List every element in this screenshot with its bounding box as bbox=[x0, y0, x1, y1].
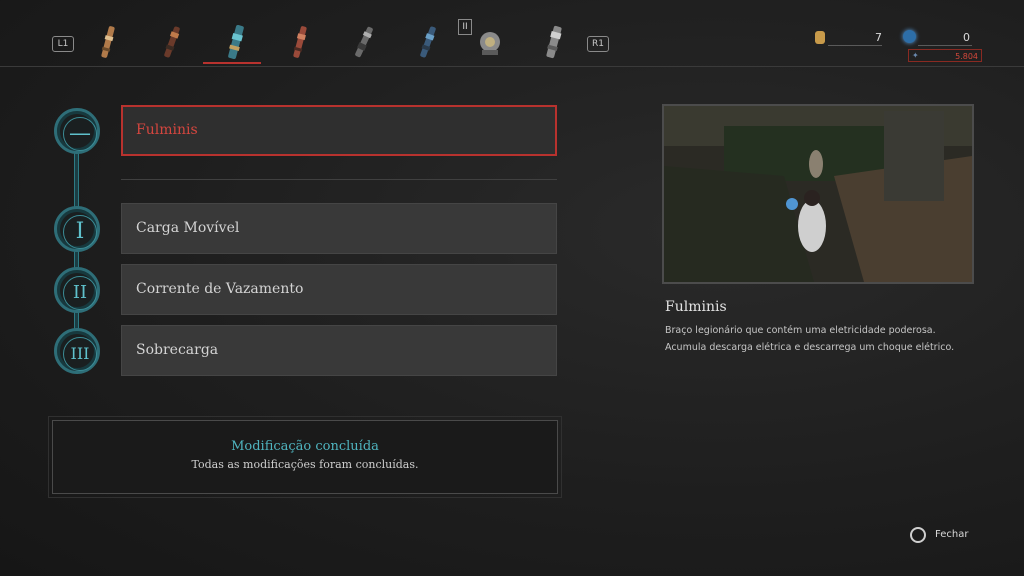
arm-4-icon[interactable] bbox=[286, 22, 314, 62]
top-divider bbox=[0, 66, 1024, 67]
info-description: Braço legionário que contém uma eletrici… bbox=[665, 322, 1005, 356]
arm-6-icon[interactable] bbox=[414, 22, 442, 62]
mod-item-sobrecarga[interactable]: Sobrecarga bbox=[121, 325, 557, 376]
status-panel: Modificação concluída Todas as modificaç… bbox=[48, 416, 562, 498]
arm-1-icon[interactable] bbox=[94, 22, 122, 62]
arm-8-icon[interactable] bbox=[540, 22, 568, 62]
currency-underline bbox=[828, 45, 882, 46]
ladder-connector bbox=[74, 152, 79, 214]
gold-icon bbox=[815, 31, 825, 44]
tier-1-ring: I bbox=[54, 206, 100, 252]
currency-underline bbox=[918, 45, 972, 46]
circle-button-icon bbox=[910, 527, 926, 543]
tier-2-numeral: II bbox=[63, 276, 97, 310]
arm-3-icon[interactable] bbox=[222, 22, 250, 62]
close-label: Fechar bbox=[935, 529, 969, 540]
ergo-icon bbox=[903, 30, 916, 43]
l1-button[interactable]: L1 bbox=[52, 36, 74, 52]
status-title: Modificação concluída bbox=[231, 439, 379, 454]
tier-3-numeral: III bbox=[63, 337, 97, 371]
rune-icon: ✦ bbox=[912, 51, 919, 60]
active-weapon-indicator bbox=[203, 62, 261, 64]
weapon-bar: L1 II R1 7 0 5.804 ✦ bbox=[0, 0, 1024, 66]
arm-5-icon[interactable] bbox=[350, 22, 378, 62]
info-description-line: Braço legionário que contém uma eletrici… bbox=[665, 325, 936, 336]
mod-item-fulminis[interactable]: Fulminis bbox=[121, 105, 557, 156]
status-subtitle: Todas as modificações foram concluídas. bbox=[191, 458, 419, 471]
tier-base-ring: — bbox=[54, 108, 100, 154]
info-title: Fulminis bbox=[665, 299, 727, 315]
rank-badge: II bbox=[458, 19, 472, 35]
list-divider bbox=[121, 179, 557, 180]
preview-scene bbox=[664, 106, 972, 282]
tier-3-ring: III bbox=[54, 328, 100, 374]
tier-base-numeral: — bbox=[63, 117, 97, 151]
currency-2-value: 0 bbox=[963, 31, 970, 44]
mod-item-carga-movivel[interactable]: Carga Movível bbox=[121, 203, 557, 254]
arm-2-icon[interactable] bbox=[158, 22, 186, 62]
mod-item-corrente-de-vazamento[interactable]: Corrente de Vazamento bbox=[121, 264, 557, 315]
r1-button[interactable]: R1 bbox=[587, 36, 609, 52]
arm-7-icon[interactable] bbox=[476, 22, 504, 62]
tier-2-ring: II bbox=[54, 267, 100, 313]
preview-video bbox=[662, 104, 974, 284]
tier-1-numeral: I bbox=[63, 215, 97, 249]
currency-1-value: 7 bbox=[875, 31, 882, 44]
info-description-line: Acumula descarga elétrica e descarrega u… bbox=[665, 342, 955, 353]
